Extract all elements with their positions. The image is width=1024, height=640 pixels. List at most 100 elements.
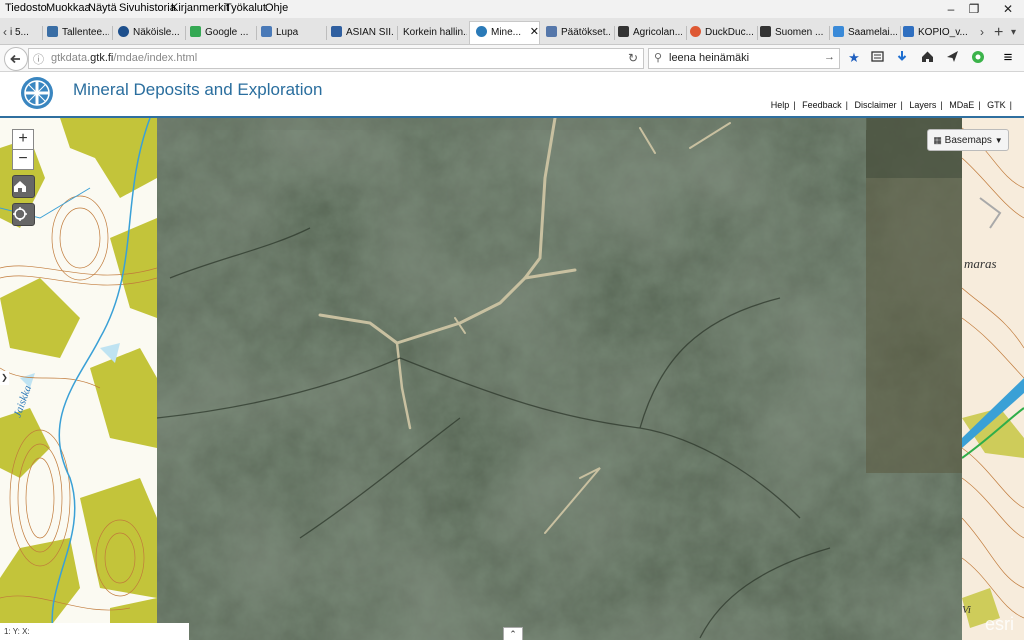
collapse-panel-icon[interactable]: ⌃ [503,627,523,640]
gtk-link[interactable]: GTK [987,100,1006,110]
tab-12[interactable]: Suomen ... [760,22,826,43]
wikipedia-icon [760,26,771,37]
basemaps-button[interactable]: ▦ Basemaps ▼ [927,129,1009,151]
tab-divider [686,26,687,40]
site-icon [833,26,844,37]
topo-map-right [962,118,1024,640]
link-separator: | [900,100,903,110]
menu-view[interactable]: Näytä [88,2,117,14]
url-bar[interactable]: ⓘ gtkdata.gtk.fi/mdae/index.html ↻ [28,48,644,69]
app-header: Mineral Deposits and Exploration Help | F… [0,72,1024,118]
search-icon: ⚲ [654,52,663,64]
tab-label: DuckDuc... [705,27,754,38]
tab-1[interactable]: i 5... [10,22,40,43]
tab-7[interactable]: Korkein hallin... [403,22,467,43]
zoom-out-button[interactable]: − [12,149,34,170]
search-query: leena heinämäki [669,52,750,64]
tab-divider [256,26,257,40]
home-extent-button[interactable] [12,175,35,198]
caret-down-icon: ▼ [994,136,1003,145]
tab-divider [900,26,901,40]
url-prefix: gtkdata. [51,52,91,64]
gtk-logo [21,77,53,109]
tab-label: Päätökset... [561,27,610,38]
tab-label: KOPIO_v... [918,27,968,38]
back-button[interactable] [4,47,28,71]
tab-list-icon[interactable]: ▾ [1011,22,1016,43]
navigation-bar: ⓘ gtkdata.gtk.fi/mdae/index.html ↻ ⚲ lee… [0,45,1024,72]
tab-11[interactable]: DuckDuc... [690,22,754,43]
send-icon[interactable] [944,50,960,66]
tab-label: Saamelai... [848,27,897,38]
tab-9[interactable]: Päätökset... [546,22,610,43]
locate-button[interactable] [12,203,35,226]
tab-divider [829,26,830,40]
restore-button[interactable]: ❐ [961,0,987,18]
menu-file[interactable]: Tiedosto [5,2,47,14]
new-tab-button[interactable]: + [994,22,1003,43]
duckduckgo-icon [690,26,701,37]
chart-icon [261,26,272,37]
downloads-icon[interactable] [894,50,910,66]
tab-4[interactable]: Google ... [190,22,252,43]
tab-2[interactable]: Tallentee... [47,22,109,43]
basemaps-label: Basemaps [944,135,992,146]
tab-scroll-right-icon[interactable]: › [980,22,984,43]
tab-label: ASIAN SII... [346,27,393,38]
coordinates-readout: 1: Y: X: [0,623,189,640]
link-separator: | [978,100,981,110]
document-icon [47,26,58,37]
map-canvas[interactable]: Jaiskka maras Vi esri [0,118,1024,640]
site-info-icon[interactable]: ⓘ [33,51,44,67]
menu-edit[interactable]: Muokkaa [46,2,91,14]
tab-label: i 5... [10,27,29,38]
close-tab-icon[interactable]: ✕ [530,26,539,38]
tab-3[interactable]: Näköisle... [118,22,182,43]
tab-divider [757,26,758,40]
expand-panel-arrow-icon[interactable]: ❯ [0,371,9,385]
tab-6[interactable]: ASIAN SII... [331,22,393,43]
document-icon [546,26,557,37]
menu-tools[interactable]: Työkalut [225,2,266,14]
url-domain: gtk.fi [90,52,114,64]
tab-label: Suomen ... [775,27,824,38]
menu-history[interactable]: Sivuhistoria [119,2,176,14]
search-bar[interactable]: ⚲ leena heinämäki → [648,48,840,69]
home-icon [14,181,26,192]
tab-divider [326,26,327,40]
bookmark-star-icon[interactable]: ★ [846,50,862,66]
tab-divider [397,26,398,40]
extension-icon[interactable] [970,50,986,66]
url-path: /mdae/index.html [113,52,198,64]
link-separator: | [940,100,943,110]
google-maps-icon [190,26,201,37]
feedback-link[interactable]: Feedback [802,100,842,110]
place-label-right: maras [964,256,997,271]
search-go-icon[interactable]: → [824,51,835,63]
hamburger-menu-icon[interactable]: ≡ [1000,50,1016,66]
layers-link[interactable]: Layers [909,100,936,110]
menu-bookmarks[interactable]: Kirjanmerkit [171,2,229,14]
map-view[interactable]: Jaiskka maras Vi esri + − ▦ Basemaps ▼ ❯… [0,118,1024,640]
reload-icon[interactable]: ↻ [628,51,638,65]
link-separator: | [1009,100,1012,110]
satellite-texture [157,118,962,640]
tab-active-mineral[interactable]: Mine... ✕ [469,21,540,44]
tab-label: Google ... [205,27,249,38]
close-window-button[interactable]: ✕ [995,0,1021,18]
tab-13[interactable]: Saamelai... [833,22,897,43]
grid-icon: ▦ [933,135,942,145]
tab-scroll-left-icon[interactable]: ‹ [3,22,7,43]
tab-5[interactable]: Lupa [261,22,321,43]
disclaimer-link[interactable]: Disclaimer [855,100,897,110]
help-link[interactable]: Help [771,100,790,110]
menu-help[interactable]: Ohje [265,2,288,14]
tab-label: Näköisle... [133,27,180,38]
reading-list-icon[interactable] [869,50,885,66]
tab-14[interactable]: KOPIO_v... [903,22,969,43]
header-links: Help | Feedback | Disclaimer | Layers | MDaE… [767,100,1012,110]
home-icon[interactable] [919,50,935,66]
tab-10[interactable]: Agricolan... [618,22,682,43]
zoom-in-button[interactable]: + [12,129,34,150]
mdae-link[interactable]: MDaE [949,100,974,110]
